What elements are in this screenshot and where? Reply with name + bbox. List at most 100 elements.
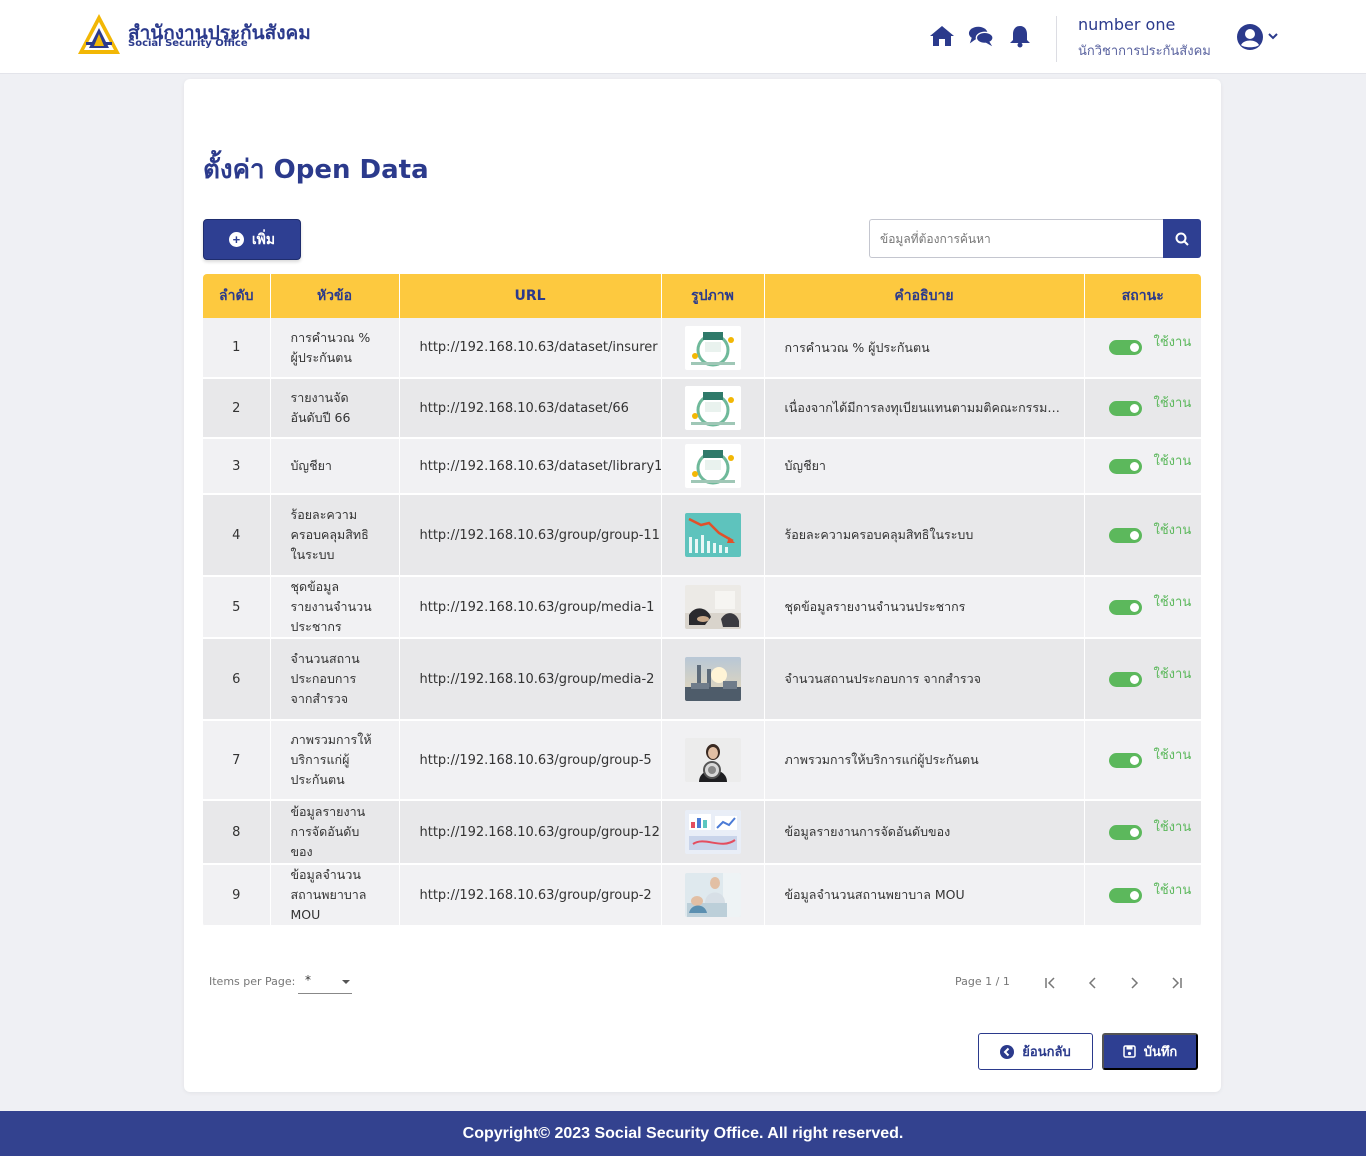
copyright-text: Copyright© 2023 Social Security Office. … <box>462 1124 904 1142</box>
factory-photo <box>684 657 741 701</box>
cell-status: ใช้งาน <box>1084 800 1201 865</box>
prev-page-button[interactable] <box>1082 972 1104 994</box>
cell-no: 6 <box>203 638 271 721</box>
table-row: 3 บัญชียา http://192.168.10.63/dataset/lib… <box>203 438 1201 495</box>
cell-image <box>661 494 765 577</box>
table-row: 6 จำนวนสถานประกอบการ จากสำรวจ http://192.1… <box>203 638 1201 721</box>
chevron-left-icon <box>1088 977 1096 989</box>
cell-url: http://192.168.10.63/group/media-2 <box>399 638 662 721</box>
sso-logo[interactable] <box>76 12 122 56</box>
chevron-down-icon[interactable] <box>1268 31 1278 41</box>
meeting-photo <box>684 585 741 629</box>
back-button-label: ย้อนกลับ <box>1022 1044 1071 1059</box>
open-data-table: ลำดับ หัวข้อ URL รูปภาพ คำอธิบาย สถานะ 1… <box>203 274 1201 927</box>
cell-url: http://192.168.10.63/dataset/66 <box>399 378 662 439</box>
chart-down-image <box>684 513 741 557</box>
cell-url: http://192.168.10.63/group/group-11 <box>399 494 662 577</box>
chat-icon[interactable] <box>968 24 994 48</box>
cell-status: ใช้งาน <box>1084 378 1201 439</box>
back-button[interactable]: ย้อนกลับ <box>978 1033 1093 1070</box>
save-icon <box>1122 1045 1136 1058</box>
last-page-button[interactable] <box>1165 972 1187 994</box>
cell-title: ภาพรวมการให้บริการแก่ผู้ประกันตน <box>270 720 400 801</box>
cell-no: 5 <box>203 576 271 639</box>
cell-url: http://192.168.10.63/group/group-5 <box>399 720 662 801</box>
table-row: 8 ข้อมูลรายงานการจัดอันดับของ http://192.1… <box>203 800 1201 865</box>
table-row: 5 ชุดข้อมูลรายงานจำนวนประชากร http://192.1… <box>203 576 1201 639</box>
add-button[interactable]: + เพิ่ม <box>203 219 301 260</box>
hospital-photo <box>684 873 741 917</box>
search-input[interactable] <box>869 219 1165 258</box>
status-toggle[interactable] <box>1108 671 1142 687</box>
main-card: ตั้งค่า Open Data + เพิ่ม ลำดับ หัวข้อ U… <box>184 79 1221 1092</box>
cell-title: ข้อมูลจำนวนสถานพยาบาล MOU <box>270 864 400 927</box>
open-data-icon <box>684 444 741 488</box>
save-button[interactable]: บันทึก <box>1102 1033 1198 1070</box>
status-text: ใช้งาน <box>1153 522 1192 538</box>
status-toggle[interactable] <box>1108 824 1142 840</box>
cell-url: http://192.168.10.63/dataset/insurer <box>399 318 662 379</box>
items-per-page-label: Items per Page: <box>209 975 296 988</box>
col-header-url[interactable]: URL <box>399 274 662 318</box>
back-circle-icon <box>1000 1044 1015 1059</box>
col-header-title[interactable]: หัวข้อ <box>270 274 400 318</box>
cell-description: ชุดข้อมูลรายงานจำนวนประชากร <box>764 576 1085 639</box>
plus-circle-icon: + <box>228 232 244 247</box>
cell-title: รายงานจัดอันดับปี 66 <box>270 378 400 439</box>
cell-description: บัญชียา <box>764 438 1085 495</box>
table-row: 9 ข้อมูลจำนวนสถานพยาบาล MOU http://192.168… <box>203 864 1201 927</box>
col-header-description[interactable]: คำอธิบาย <box>764 274 1085 318</box>
status-text: ใช้งาน <box>1153 335 1192 350</box>
cell-description: ข้อมูลรายงานการจัดอันดับของ <box>764 800 1085 865</box>
page-title: ตั้งค่า Open Data <box>203 155 429 185</box>
bell-icon[interactable] <box>1007 24 1033 48</box>
status-text: ใช้งาน <box>1153 453 1192 469</box>
home-icon[interactable] <box>929 24 955 48</box>
table-row: 7 ภาพรวมการให้บริการแก่ผู้ประกันตน http://… <box>203 720 1201 801</box>
cell-image <box>661 438 765 495</box>
save-button-label: บันทึก <box>1143 1044 1178 1059</box>
next-page-button[interactable] <box>1123 972 1145 994</box>
status-toggle[interactable] <box>1108 752 1142 768</box>
megaphone-photo <box>684 738 741 782</box>
cell-title: บัญชียา <box>270 438 400 495</box>
footer: Copyright© 2023 Social Security Office. … <box>0 1111 1366 1156</box>
status-toggle[interactable] <box>1108 340 1142 355</box>
status-text: ใช้งาน <box>1153 395 1192 411</box>
cell-no: 7 <box>203 720 271 801</box>
status-text: ใช้งาน <box>1153 747 1192 763</box>
user-circle-icon[interactable] <box>1236 23 1264 51</box>
col-header-status[interactable]: สถานะ <box>1084 274 1201 318</box>
status-toggle[interactable] <box>1108 458 1142 474</box>
items-per-page-select[interactable]: * <box>298 969 352 994</box>
add-button-label: เพิ่ม <box>251 230 276 247</box>
status-toggle[interactable] <box>1108 400 1142 416</box>
cell-description: ข้อมูลจำนวนสถานพยาบาล MOU <box>764 864 1085 927</box>
table-row: 2 รายงานจัดอันดับปี 66 http://192.168.10.6… <box>203 378 1201 439</box>
cell-image <box>661 638 765 721</box>
open-data-icon <box>684 325 741 370</box>
cell-title: ชุดข้อมูลรายงานจำนวนประชากร <box>270 576 400 639</box>
col-header-no[interactable]: ลำดับ <box>203 274 271 318</box>
last-page-icon <box>1172 977 1182 989</box>
col-header-image[interactable]: รูปภาพ <box>661 274 765 318</box>
status-text: ใช้งาน <box>1153 666 1192 682</box>
report-photo <box>684 810 741 854</box>
cell-status: ใช้งาน <box>1084 438 1201 495</box>
search-button[interactable] <box>1163 219 1201 258</box>
open-data-icon <box>684 386 741 430</box>
status-text: ใช้งาน <box>1153 882 1192 898</box>
cell-title: จำนวนสถานประกอบการ จากสำรวจ <box>270 638 400 721</box>
cell-title: การคำนวณ % ผู้ประกันตน <box>270 318 400 379</box>
top-bar: สำนักงานประกันสังคม Social Security Offi… <box>0 0 1366 74</box>
status-toggle[interactable] <box>1108 887 1142 903</box>
first-page-button[interactable] <box>1040 972 1062 994</box>
user-name: number one <box>1078 15 1176 34</box>
cell-no: 1 <box>203 318 271 379</box>
status-toggle[interactable] <box>1108 527 1142 543</box>
cell-image <box>661 720 765 801</box>
cell-description: เนื่องจากได้มีการลงทุเบียนแทนตามมติคณะกร… <box>764 378 1085 439</box>
cell-description: การคำนวณ % ผู้ประกันตน <box>764 318 1085 379</box>
chevron-right-icon <box>1131 977 1139 989</box>
status-toggle[interactable] <box>1108 599 1142 615</box>
